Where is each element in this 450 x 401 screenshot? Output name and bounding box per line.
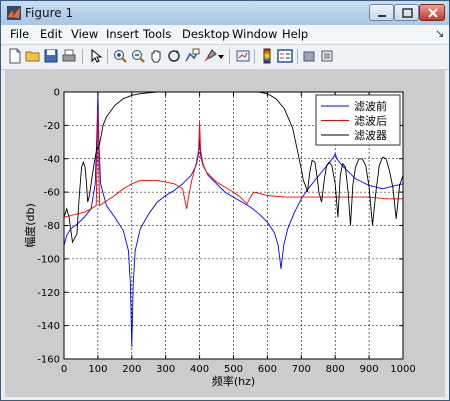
x-tick-label: 400 bbox=[190, 364, 209, 375]
x-tick-label: 1000 bbox=[390, 364, 415, 375]
legend-label-1: 滤波后 bbox=[354, 115, 387, 128]
menu-view[interactable]: View bbox=[71, 27, 98, 41]
close-button[interactable] bbox=[419, 4, 445, 21]
open-folder-icon[interactable] bbox=[25, 48, 41, 64]
pan-hand-icon[interactable] bbox=[148, 48, 164, 64]
menu-dock-arrow-icon[interactable]: ↘ bbox=[435, 27, 444, 40]
x-tick-label: 800 bbox=[326, 364, 345, 375]
menu-bar: File Edit View Insert Tools Desktop Wind… bbox=[1, 25, 449, 44]
rotate-3d-icon[interactable] bbox=[166, 48, 182, 64]
brush-dropdown-icon[interactable] bbox=[216, 48, 226, 64]
y-tick-label: -100 bbox=[37, 254, 60, 265]
x-tick-label: 200 bbox=[122, 364, 141, 375]
menu-tools[interactable]: Tools bbox=[143, 27, 171, 41]
y-tick-label: 0 bbox=[54, 88, 60, 99]
x-tick-label: 300 bbox=[156, 364, 175, 375]
y-tick-label: -60 bbox=[44, 188, 60, 199]
maximize-icon bbox=[402, 8, 413, 18]
x-tick-label: 500 bbox=[224, 364, 243, 375]
legend-label-0: 滤波前 bbox=[354, 99, 387, 113]
x-tick-label: 100 bbox=[88, 364, 107, 375]
zoom-in-icon[interactable] bbox=[112, 48, 128, 64]
menu-window[interactable]: Window bbox=[232, 27, 277, 41]
y-tick-label: -140 bbox=[37, 321, 60, 332]
arrow-pointer-icon[interactable] bbox=[88, 48, 104, 64]
x-tick-label: 0 bbox=[61, 364, 67, 375]
title-bar[interactable]: Figure 1 bbox=[1, 1, 449, 26]
menu-insert[interactable]: Insert bbox=[106, 27, 139, 41]
maximize-button[interactable] bbox=[394, 4, 419, 21]
show-tools-icon[interactable] bbox=[319, 48, 335, 64]
x-tick-label: 700 bbox=[292, 364, 311, 375]
print-icon[interactable] bbox=[61, 48, 77, 64]
legend-label-2: 滤波器 bbox=[354, 129, 387, 142]
y-tick-label: -20 bbox=[44, 121, 60, 132]
x-axis-label: 频率(hz) bbox=[212, 374, 255, 388]
close-icon bbox=[428, 8, 438, 18]
menu-edit[interactable]: Edit bbox=[40, 27, 62, 41]
toolbar-separator bbox=[229, 49, 230, 64]
minimize-button[interactable] bbox=[369, 4, 394, 21]
toolbar-separator bbox=[254, 49, 255, 64]
zoom-out-icon[interactable] bbox=[130, 48, 146, 64]
link-plot-icon[interactable] bbox=[235, 48, 251, 64]
new-file-icon[interactable] bbox=[7, 48, 23, 64]
x-tick-label: 600 bbox=[258, 364, 277, 375]
y-tick-label: -40 bbox=[44, 154, 60, 165]
minimize-icon bbox=[378, 15, 386, 17]
toolbar-separator bbox=[297, 49, 298, 64]
y-tick-label: -120 bbox=[37, 288, 60, 299]
matlab-logo-icon bbox=[7, 6, 21, 20]
toolbar-separator bbox=[107, 49, 108, 64]
x-tick-label: 900 bbox=[360, 364, 379, 375]
figure-window: Figure 1 File Edit View Insert Tools Des… bbox=[0, 0, 450, 401]
colorbar-icon[interactable] bbox=[259, 48, 275, 64]
save-icon[interactable] bbox=[43, 48, 59, 64]
y-tick-label: -160 bbox=[37, 355, 60, 366]
data-cursor-icon[interactable] bbox=[184, 48, 200, 64]
y-axis-label: 幅度(db) bbox=[23, 203, 37, 248]
y-tick-label: -80 bbox=[44, 221, 60, 232]
hide-tools-icon[interactable] bbox=[301, 48, 317, 64]
legend-icon[interactable] bbox=[277, 48, 293, 64]
plot-chart[interactable]: 0 100 200 300 400 500 600 700 800 900 1000 0 -20 -40 -… bbox=[5, 69, 445, 397]
figure-canvas[interactable]: 0 100 200 300 400 500 600 700 800 900 1000 0 -20 -40 -… bbox=[5, 69, 445, 397]
menu-help[interactable]: Help bbox=[282, 27, 308, 41]
menu-desktop[interactable]: Desktop bbox=[182, 27, 229, 41]
menu-file[interactable]: File bbox=[10, 27, 29, 41]
window-title: Figure 1 bbox=[25, 6, 74, 20]
toolbar-separator bbox=[82, 49, 83, 64]
figure-toolbar bbox=[1, 44, 449, 70]
